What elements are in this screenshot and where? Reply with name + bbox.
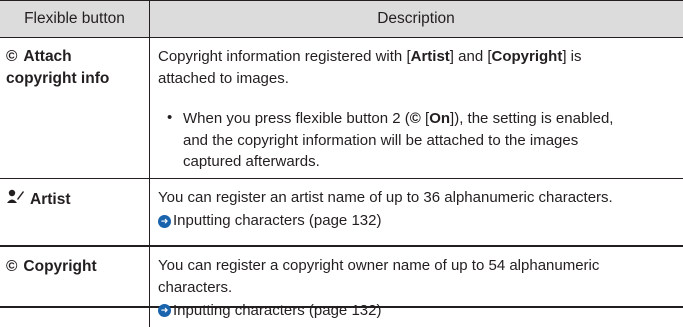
settings-table: Flexible button Description © Attach copy…: [0, 0, 683, 327]
row-artist-label: Artist: [6, 188, 70, 211]
arrow-right-icon: ➜: [158, 304, 171, 317]
copyright-icon: ©: [409, 110, 421, 127]
attach-description: Copyright information registered with [A…: [158, 48, 582, 87]
row-copyright-label: © Copyright: [6, 258, 97, 275]
copyright-edit-icon: ©: [6, 258, 18, 275]
column-divider: [149, 0, 150, 327]
arrow-right-icon: ➜: [158, 214, 171, 228]
row-divider: [0, 178, 683, 179]
inputting-characters-link[interactable]: ➜ Inputting characters (page 132): [158, 300, 381, 322]
header-description: Description: [149, 0, 683, 38]
artist-description: You can register an artist name of up to…: [158, 187, 676, 232]
header-flexible-button: Flexible button: [0, 0, 149, 38]
bullet-text: When you press flexible button 2 (© [On]…: [183, 110, 614, 170]
bullet-marker: •: [167, 109, 173, 126]
row-attach-copyright-label: © Attach: [6, 46, 72, 68]
row-divider: [0, 246, 683, 247]
copyright-icon: ©: [6, 48, 18, 65]
label-line2: copyright info: [6, 70, 110, 87]
copyright-description: You can register a copyright owner name …: [158, 255, 676, 321]
label-line1: Attach: [23, 48, 72, 65]
inputting-characters-link[interactable]: ➜ Inputting characters (page 132): [158, 210, 381, 232]
artist-icon: [6, 188, 26, 211]
